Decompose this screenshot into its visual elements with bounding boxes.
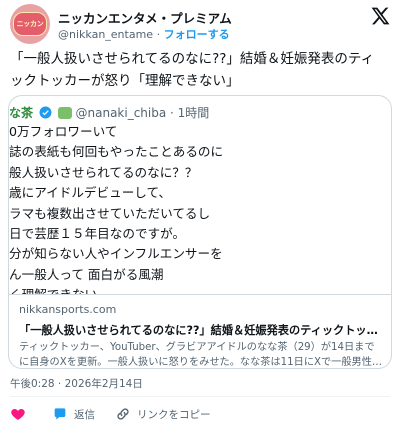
post-header: ニッカン ニッカンエンタメ・プレミアム @nikkan_entame · フォロ… <box>10 4 390 44</box>
embedded-handle[interactable]: @nanaki_chiba <box>76 106 167 120</box>
embedded-line: ん一般人って 面白がる風潮 <box>9 266 164 282</box>
link-preview[interactable]: nikkansports.com 「一般人扱いさせられてるのなに??」結婚＆妊娠… <box>19 303 383 368</box>
avatar[interactable]: ニッカン <box>10 4 50 44</box>
action-divider <box>10 396 390 397</box>
account-handle[interactable]: @nikkan_entame <box>58 28 153 41</box>
embedded-line: 日で芸歴１５年目なのですが。 <box>9 225 186 241</box>
embedded-author-name[interactable]: な茶 <box>9 106 33 120</box>
copy-link-button[interactable]: リンクをコピー <box>115 406 211 422</box>
x-logo-icon[interactable] <box>370 6 390 26</box>
embedded-line: 誌の表紙も何回もやったことあるのに <box>9 144 224 160</box>
avatar-logo: ニッカン <box>13 12 47 36</box>
display-name[interactable]: ニッカンエンタメ・プレミアム <box>58 8 232 27</box>
tea-emoji-icon <box>57 107 72 119</box>
link-domain: nikkansports.com <box>19 303 117 316</box>
copy-link-label: リンクをコピー <box>137 408 211 421</box>
embedded-line: く理解できない。 <box>9 285 391 294</box>
embedded-line: ラマも複数出させていただいてるし <box>9 205 211 221</box>
reply-icon <box>54 408 66 420</box>
embedded-post-body: 0万フォロワーいて 誌の表紙も何回もやったことあるのに 般人扱いさせられてるのな… <box>9 122 391 294</box>
tweet-text-line: 「一般人扱いさせられてるのなに??」結婚＆妊娠発表のティ <box>10 51 375 67</box>
heart-icon <box>11 409 25 420</box>
handle-row: @nikkan_entame · フォローする <box>58 26 230 42</box>
verified-badge-icon <box>39 106 52 119</box>
tweet-text: 「一般人扱いさせられてるのなに??」結婚＆妊娠発表のティ ックトッカーが怒り「理… <box>10 48 390 92</box>
embedded-time: · 1時間 <box>170 106 210 120</box>
quoted-card[interactable]: な茶 @nanaki_chiba · 1時間 0万フォロワーいて 誌の表紙も何回… <box>8 95 392 369</box>
like-button[interactable] <box>10 406 32 422</box>
embedded-line: 分が知らない人やインフルエンサーを <box>9 246 223 262</box>
link-title[interactable]: 「一般人扱いさせられてるのなに??」結婚＆妊娠発表のティックトッカーが… <box>19 322 383 338</box>
card-divider <box>9 294 391 295</box>
action-bar: 返信 リンクをコピー <box>10 402 390 426</box>
embedded-post: な茶 @nanaki_chiba · 1時間 0万フォロワーいて 誌の表紙も何回… <box>9 96 391 294</box>
follow-button[interactable]: フォローする <box>164 28 230 41</box>
embedded-post-header: な茶 @nanaki_chiba · 1時間 <box>9 104 209 122</box>
post-timestamp[interactable]: 午後0:28 · 2026年2月14日 <box>10 376 143 391</box>
handle-separator: · <box>156 28 161 41</box>
embedded-line: 0万フォロワーいて <box>9 124 118 139</box>
reply-button[interactable]: 返信 <box>52 406 95 422</box>
embedded-line: 歳にアイドルデビューして、 <box>9 185 172 201</box>
embedded-line: 般人扱いさせられてるのなに？？ <box>9 164 198 180</box>
link-description: ティックトッカー、YouTuber、グラビアアイドルのなな茶（29）が14日まで… <box>19 342 383 368</box>
tweet-text-line: ックトッカーが怒り「理解できない」 <box>10 73 240 89</box>
reply-label: 返信 <box>74 408 95 421</box>
link-icon <box>117 408 129 420</box>
